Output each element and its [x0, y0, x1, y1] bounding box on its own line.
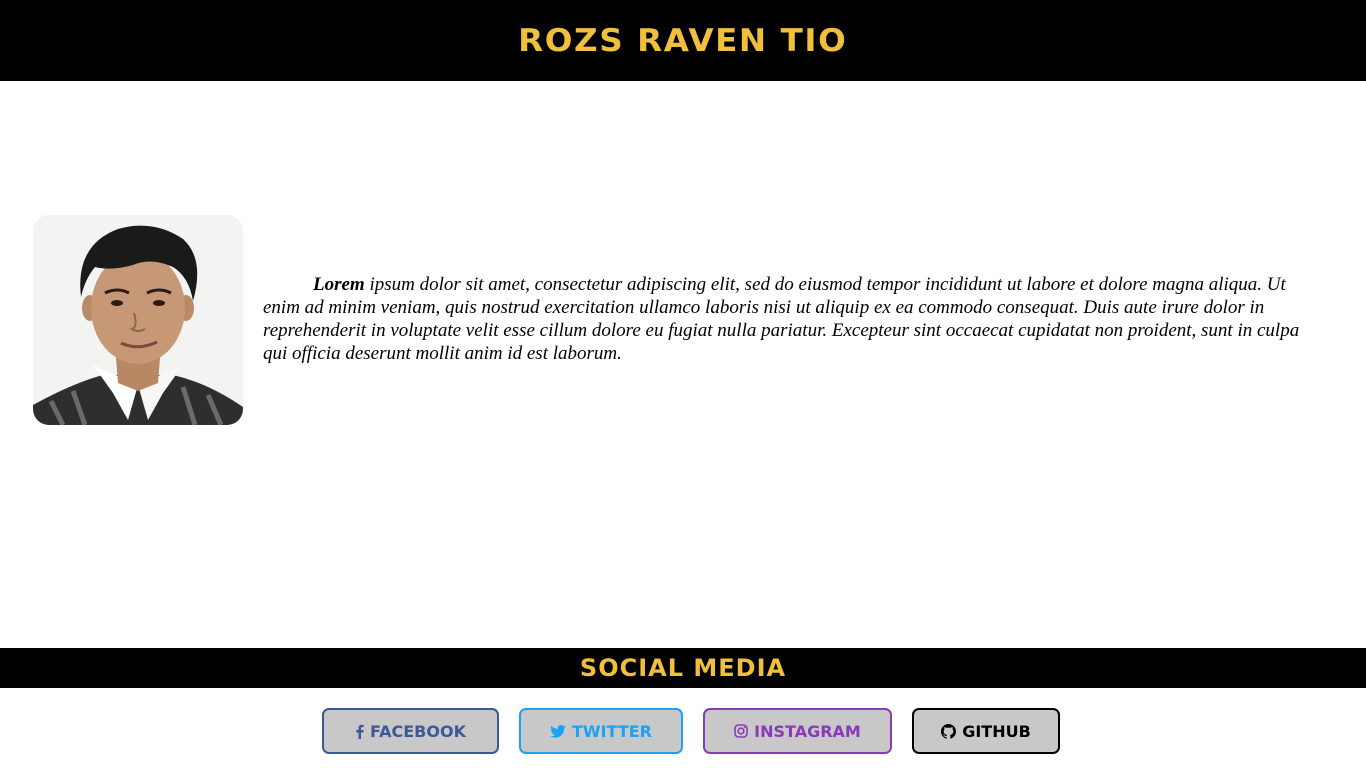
- instagram-button[interactable]: INSTAGRAM: [703, 708, 892, 754]
- instagram-button-label: INSTAGRAM: [754, 721, 861, 741]
- github-button-label: GITHUB: [962, 721, 1031, 741]
- twitter-button-label: TWITTER: [572, 721, 652, 741]
- social-media-bar: SOCIAL MEDIA: [0, 648, 1366, 688]
- bio-paragraph: Lorem ipsum dolor sit amet, consectetur …: [263, 273, 1303, 365]
- facebook-button-label: FACEBOOK: [370, 721, 466, 741]
- github-button[interactable]: GITHUB: [912, 708, 1060, 754]
- instagram-icon: [734, 724, 748, 738]
- page-header: ROZS RAVEN TIO: [0, 0, 1366, 81]
- facebook-button[interactable]: FACEBOOK: [322, 708, 499, 754]
- profile-photo-image: [33, 215, 243, 425]
- github-icon: [941, 723, 957, 739]
- bio-text: ipsum dolor sit amet, consectetur adipis…: [263, 274, 1300, 364]
- twitter-button[interactable]: TWITTER: [519, 708, 683, 754]
- profile-photo: [33, 215, 243, 425]
- social-media-heading: SOCIAL MEDIA: [579, 654, 787, 682]
- page-title: ROZS RAVEN TIO: [518, 22, 848, 59]
- facebook-icon: [355, 724, 364, 739]
- twitter-icon: [550, 724, 566, 738]
- bio-lead-word: Lorem: [313, 274, 365, 295]
